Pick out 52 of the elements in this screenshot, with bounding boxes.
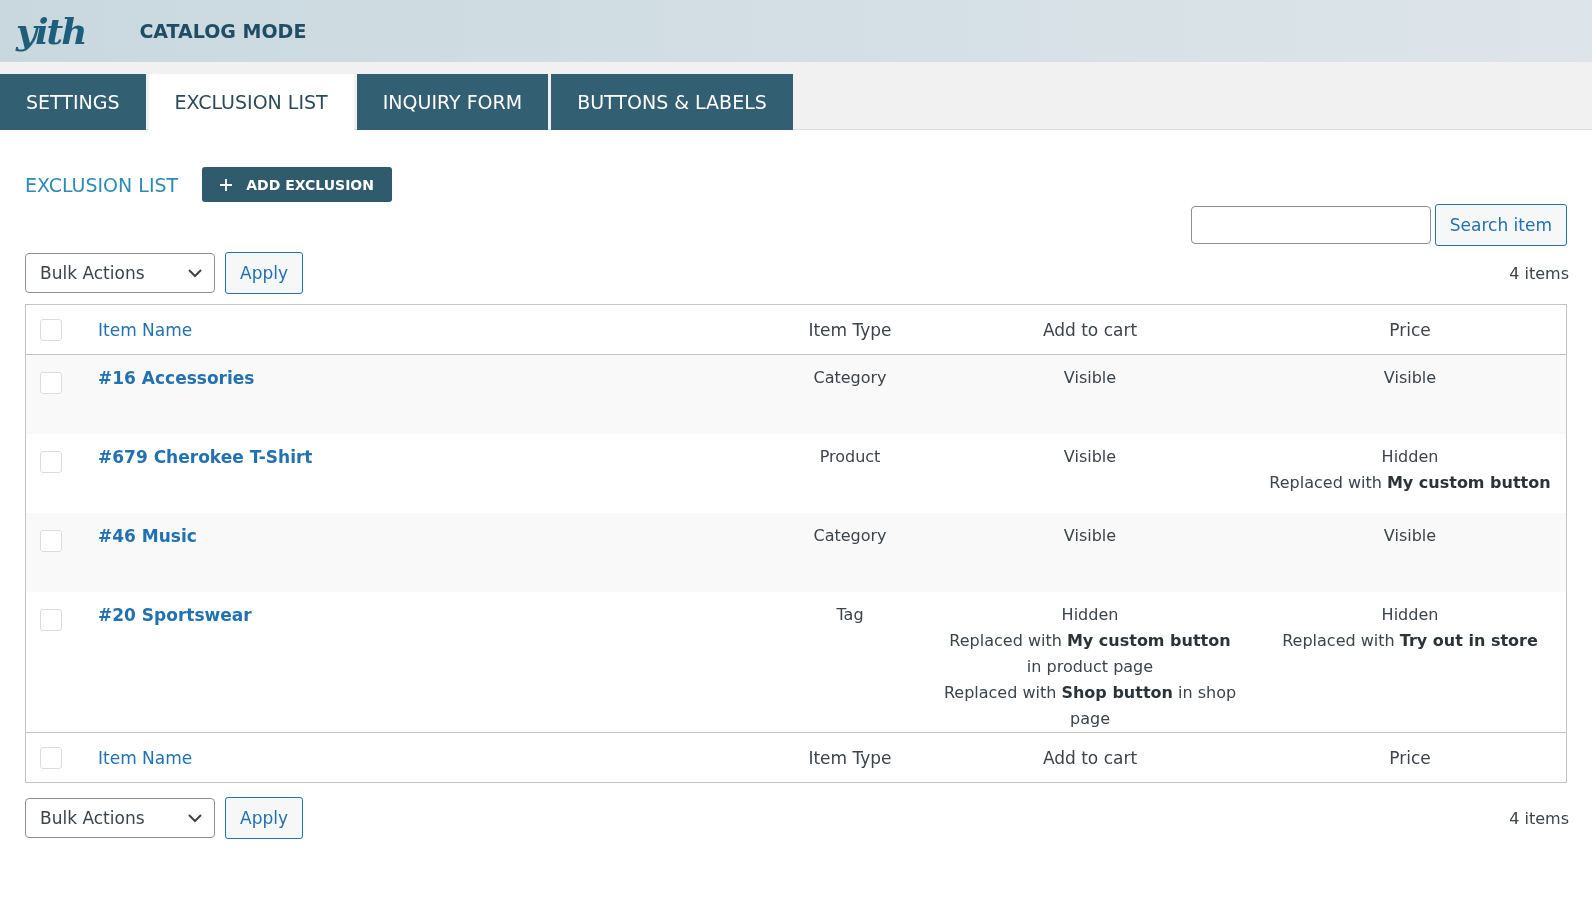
price-status: Replaced with My custom button (1268, 472, 1552, 494)
bulk-actions-dropdown[interactable]: Bulk Actions (25, 253, 215, 293)
tab[interactable]: BUTTONS & LABELS (551, 74, 793, 130)
select-all-checkbox[interactable] (40, 318, 62, 341)
column-header: Add to cart (1042, 747, 1138, 768)
item-name-link[interactable]: #20 Sportswear (98, 605, 252, 625)
price-status: Hidden (1380, 446, 1440, 468)
add-to-cart-status: Replaced with Shop button in shop page (942, 682, 1238, 730)
apply-button[interactable]: Apply (225, 252, 303, 294)
price-status: Hidden (1380, 604, 1440, 626)
price-status: Visible (1382, 367, 1438, 389)
item-count: 4 items (1509, 263, 1569, 283)
add-to-cart-status: Visible (1062, 367, 1118, 389)
tab[interactable]: SETTINGS (0, 74, 146, 130)
select-all-checkbox[interactable] (40, 746, 62, 769)
price-status: Replaced with Try out in store (1281, 630, 1539, 652)
page-heading: EXCLUSION LIST (25, 173, 179, 196)
item-type: Product (819, 447, 881, 466)
row-checkbox[interactable] (40, 371, 62, 394)
column-header: Price (1389, 319, 1431, 340)
add-to-cart-status: Visible (1062, 525, 1118, 547)
search-field[interactable] (1190, 206, 1431, 244)
column-header[interactable]: Item Name (98, 319, 193, 340)
row-checkbox[interactable] (40, 450, 62, 473)
column-header: Price (1389, 747, 1431, 768)
item-type: Tag (836, 605, 864, 624)
item-type: Category (813, 368, 887, 387)
add-exclusion-button[interactable]: ADD EXCLUSION (202, 167, 392, 202)
tab[interactable]: EXCLUSION LIST (148, 74, 354, 130)
item-name-link[interactable]: #46 Music (98, 526, 197, 546)
search-button[interactable]: Search item (1434, 204, 1567, 246)
row-checkbox[interactable] (40, 608, 62, 631)
column-header[interactable]: Item Name (98, 747, 193, 768)
tab[interactable]: INQUIRY FORM (356, 74, 549, 130)
item-name-link[interactable]: #16 Accessories (98, 368, 255, 388)
add-to-cart-status: Hidden (1060, 604, 1120, 626)
add-to-cart-status: Visible (1062, 446, 1118, 468)
item-name-link[interactable]: #679 Cherokee T-Shirt (98, 447, 313, 467)
column-header: Item Type (808, 319, 892, 340)
bulk-actions-dropdown[interactable]: Bulk Actions (25, 798, 215, 838)
column-header: Item Type (808, 747, 892, 768)
chevron-down-icon (188, 813, 202, 823)
plus-icon (220, 178, 233, 191)
logo: yith (16, 10, 86, 52)
row-checkbox[interactable] (40, 529, 62, 552)
chevron-down-icon (188, 268, 202, 278)
item-count: 4 items (1509, 808, 1569, 828)
plugin-title: CATALOG MODE (139, 20, 307, 42)
apply-button[interactable]: Apply (225, 797, 303, 839)
item-type: Category (813, 526, 887, 545)
column-header: Add to cart (1042, 319, 1138, 340)
price-status: Visible (1382, 525, 1438, 547)
